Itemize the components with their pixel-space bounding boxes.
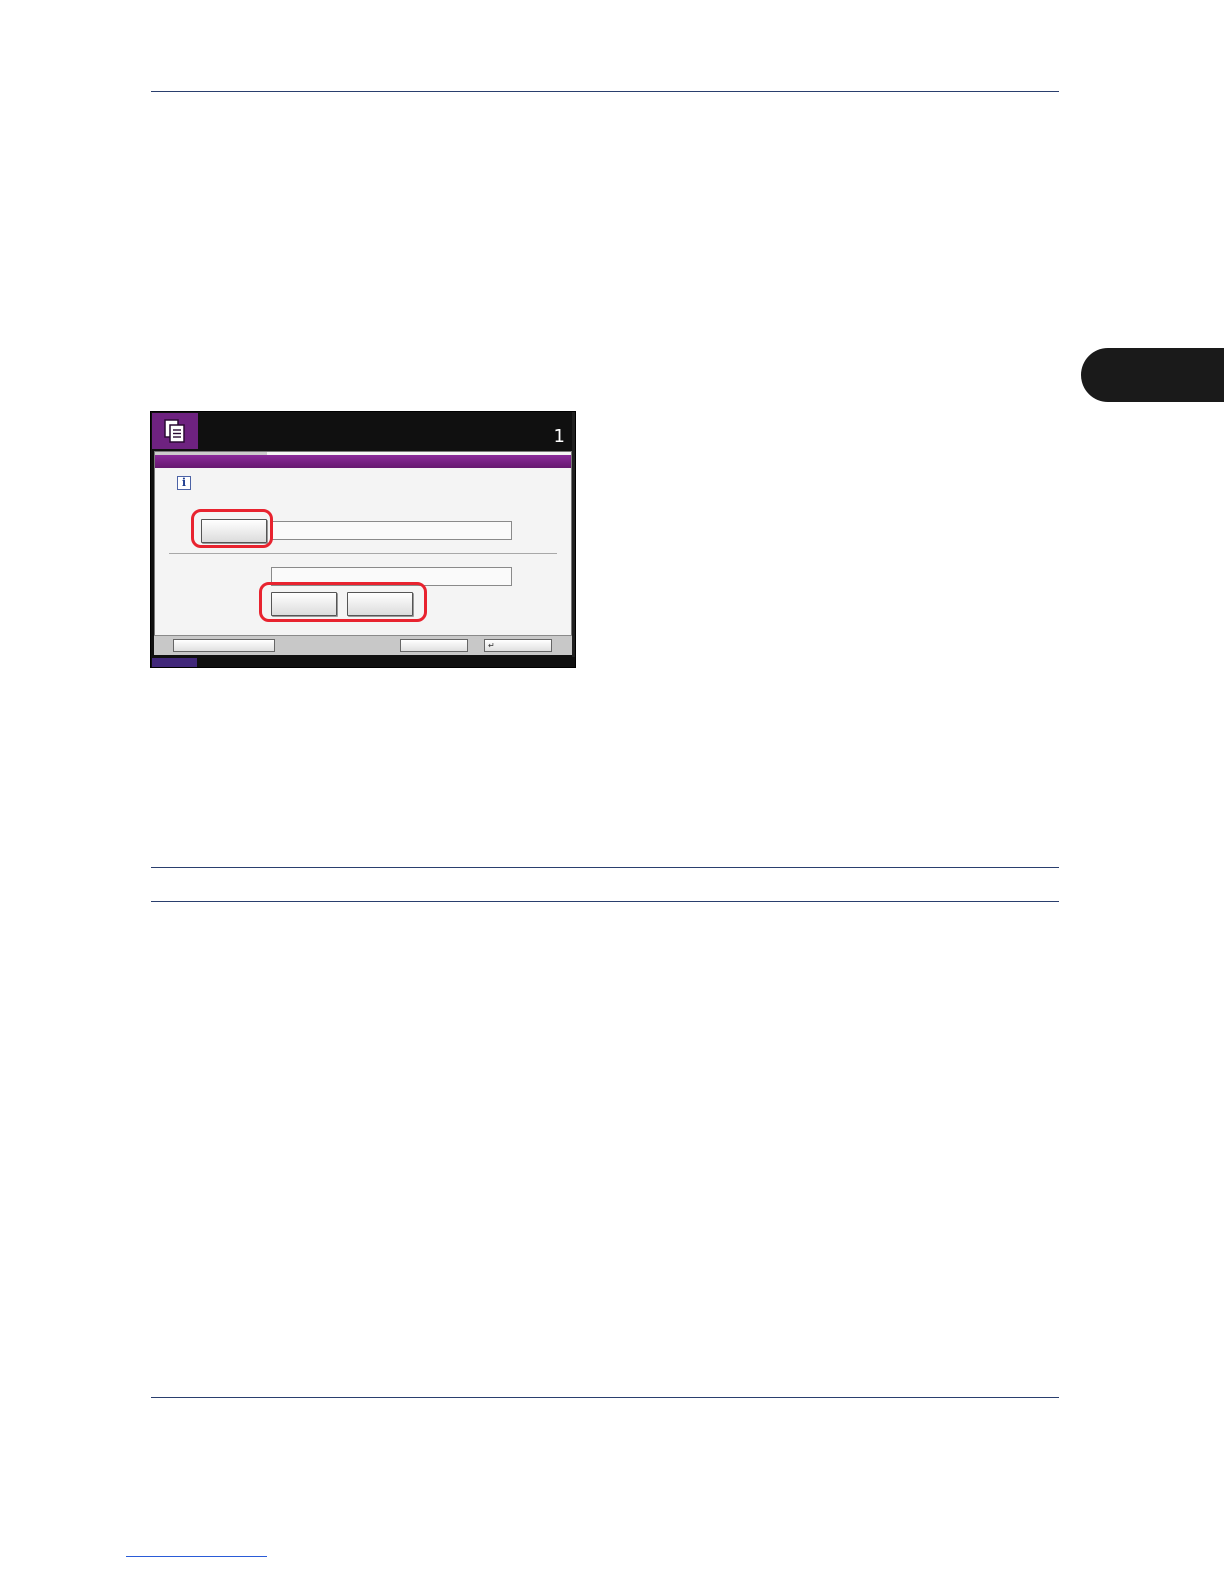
info-icon: i <box>177 476 191 490</box>
status-indicator <box>152 658 197 667</box>
operation-panel-screenshot: 1 i ↵ <box>150 411 576 668</box>
footer-left-button[interactable] <box>173 639 275 652</box>
selection-display-field <box>271 521 512 540</box>
dialog-divider <box>169 553 557 554</box>
chapter-tab <box>1081 348 1224 402</box>
dialog-titlebar <box>155 455 571 468</box>
section-rule-bottom <box>151 901 1059 902</box>
bottom-link-underline[interactable] <box>126 1556 267 1557</box>
select-button-highlight <box>191 509 273 548</box>
copy-function-tile[interactable] <box>152 413 198 449</box>
status-strip <box>151 657 575 667</box>
section-rule-top <box>151 867 1059 868</box>
footer-ok-button[interactable]: ↵ <box>484 639 552 652</box>
footer-cancel-button[interactable] <box>400 639 468 652</box>
settings-dialog: i <box>154 451 572 636</box>
copy-icon <box>164 419 185 443</box>
footer-rule <box>151 1397 1059 1398</box>
header-rule <box>151 91 1059 92</box>
dialog-footer: ↵ <box>154 635 572 655</box>
option-buttons-highlight <box>259 582 427 622</box>
panel-edge <box>572 412 575 667</box>
copy-count: 1 <box>553 426 565 447</box>
enter-icon: ↵ <box>488 641 495 650</box>
